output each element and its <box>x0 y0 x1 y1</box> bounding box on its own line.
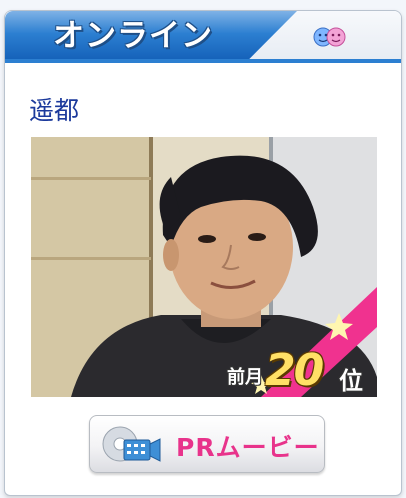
rank-suffix: 位 <box>339 367 363 395</box>
profile-name-link[interactable]: 遥都 <box>29 91 79 127</box>
online-card: オンライン 遥都 前月 20 位 PRムービー <box>4 10 402 496</box>
profile-photo[interactable]: 前月 20 位 <box>31 137 377 397</box>
rank-number: 20 <box>265 345 324 396</box>
tab-online-label[interactable]: オンライン <box>53 15 213 57</box>
pr-movie-button[interactable]: PRムービー <box>89 415 325 473</box>
two-faces-icon[interactable] <box>303 21 359 53</box>
profile-photo-image <box>31 137 377 397</box>
video-camera-icon <box>100 424 162 466</box>
tab-bar: オンライン <box>5 11 401 63</box>
rank-prefix: 前月 <box>227 367 263 388</box>
tab-underline <box>5 59 401 63</box>
pr-movie-label: PRムービー <box>176 433 320 462</box>
